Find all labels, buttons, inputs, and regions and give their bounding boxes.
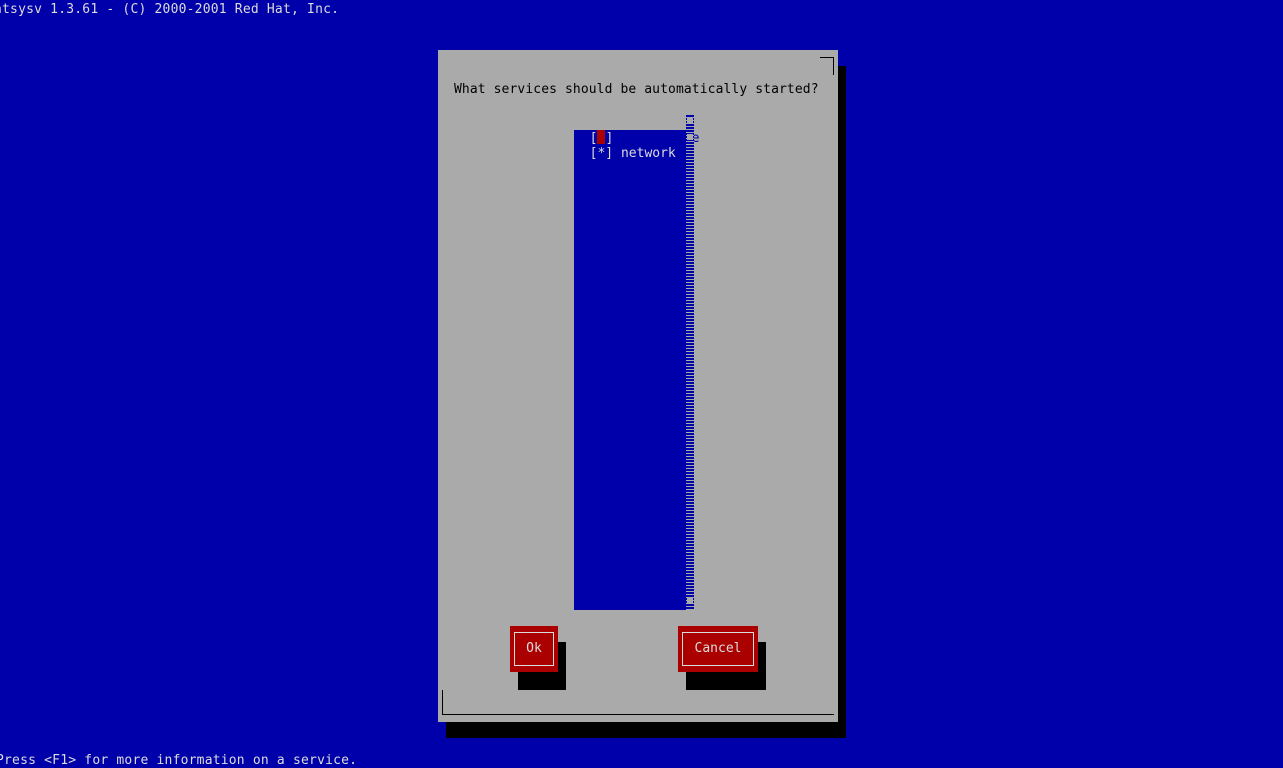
service-label: network [620, 146, 676, 161]
scroll-thumb[interactable] [687, 134, 693, 140]
dialog-question: What services should be automatically st… [454, 82, 819, 97]
service-item-network[interactable]: [*] network [574, 130, 686, 161]
help-hint: Press <F1> for more information on a ser… [0, 753, 358, 768]
dialog-frame-bottom [442, 714, 834, 715]
list-scrollbar[interactable] [686, 114, 694, 610]
scroll-up-marker[interactable] [687, 118, 693, 124]
dialog-frame-right [833, 57, 834, 75]
ok-button-label: Ok [514, 632, 554, 666]
service-item-netconsole[interactable]: [] netconsole [574, 114, 699, 146]
window-title: ntsysv 1.3.61 - (C) 2000-2001 Red Hat, I… [0, 2, 340, 17]
scroll-down-marker[interactable] [687, 598, 693, 604]
services-listbox[interactable] [574, 114, 694, 610]
ok-button[interactable]: Ok [510, 626, 558, 672]
checkbox-network[interactable]: [*] [590, 146, 613, 161]
dialog-frame-top [820, 57, 834, 58]
cancel-button-label: Cancel [682, 632, 754, 666]
cancel-button[interactable]: Cancel [678, 626, 758, 672]
dialog-frame-left [442, 690, 443, 714]
